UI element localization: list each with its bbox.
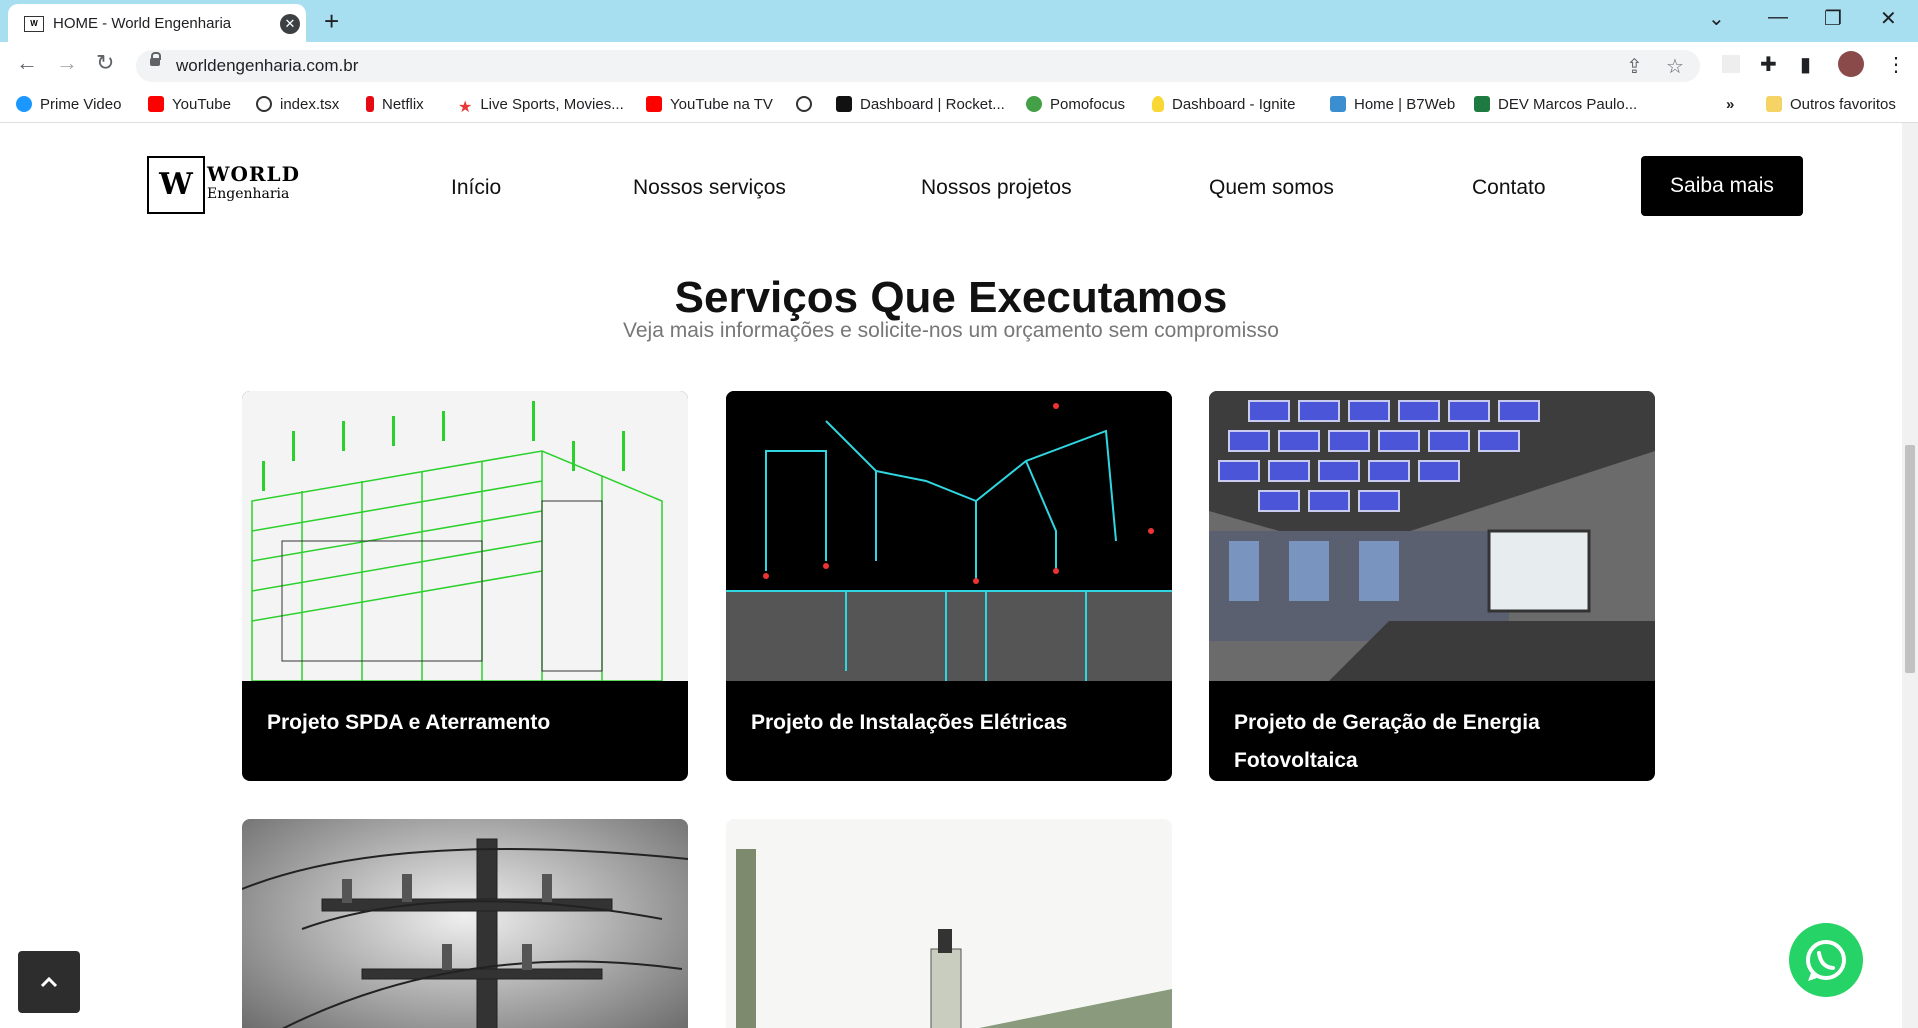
nav-inicio[interactable]: Início xyxy=(451,176,501,200)
youtube-icon xyxy=(148,96,164,112)
bookmark-youtube[interactable]: YouTube xyxy=(148,96,231,113)
bookmark-label: Live Sports, Movies... xyxy=(480,96,624,113)
bookmark-label: Dashboard | Rocket... xyxy=(860,96,1005,113)
whatsapp-button[interactable] xyxy=(1789,923,1863,997)
power-pole-image xyxy=(242,819,688,1028)
bookmark-label: Dashboard - Ignite xyxy=(1172,96,1296,113)
bookmark-label: YouTube na TV xyxy=(670,96,773,113)
nav-nossos-servicos[interactable]: Nossos serviços xyxy=(633,176,786,200)
browser-toolbar: ← → ↻ worldengenharia.com.br ⇪ ☆ ✚ ▮ ⋮ xyxy=(0,42,1918,88)
lock-icon[interactable] xyxy=(150,52,161,66)
card-label: Projeto de Geração de Energia Fotovoltai… xyxy=(1234,711,1540,772)
bookmark-rocketseat[interactable]: Dashboard | Rocket... xyxy=(836,96,1005,113)
bookmark-youtube-tv[interactable]: YouTube na TV xyxy=(646,96,773,113)
whatsapp-icon xyxy=(1806,940,1846,981)
bookmark-label: Pomofocus xyxy=(1050,96,1126,113)
scrollbar-thumb[interactable] xyxy=(1905,445,1915,673)
bookmark-label: YouTube xyxy=(172,96,231,113)
restore-icon[interactable]: ❐ xyxy=(1824,6,1842,31)
solar-panel-house-image xyxy=(1209,391,1655,681)
bookmark-label: Netflix xyxy=(382,96,424,113)
service-card-subestacao[interactable] xyxy=(726,819,1172,1028)
menu-kebab-icon[interactable]: ⋮ xyxy=(1886,52,1906,77)
bookmark-label: Prime Video xyxy=(40,96,122,113)
url-text[interactable]: worldengenharia.com.br xyxy=(176,56,358,76)
browser-tab[interactable]: W HOME - World Engenharia ✕ xyxy=(8,4,306,42)
bookmark-ignite[interactable]: Dashboard - Ignite xyxy=(1152,96,1295,113)
saiba-mais-button[interactable]: Saiba mais xyxy=(1641,156,1803,216)
back-icon[interactable]: ← xyxy=(16,50,38,76)
section-title: Serviços Que Executamos xyxy=(674,273,1228,322)
more-bookmarks-icon[interactable]: » xyxy=(1726,96,1734,113)
tab-title: HOME - World Engenharia xyxy=(53,15,232,32)
bookmark-label: Home | B7Web xyxy=(1354,96,1456,113)
substation-image xyxy=(726,819,1172,1028)
page-scrollbar[interactable] xyxy=(1902,123,1918,1028)
bookmark-b7web[interactable]: Home | B7Web xyxy=(1330,96,1455,113)
card-label: Projeto SPDA e Aterramento xyxy=(267,711,551,734)
other-bookmarks-folder[interactable]: Outros favoritos xyxy=(1766,96,1896,113)
close-window-icon[interactable]: ✕ xyxy=(1880,6,1897,31)
bookmark-label: Outros favoritos xyxy=(1790,96,1896,113)
close-tab-icon[interactable]: ✕ xyxy=(280,14,300,34)
prime-video-icon xyxy=(16,96,32,112)
bookmark-label: DEV Marcos Paulo... xyxy=(1498,96,1638,113)
logo-text-world: WORLD xyxy=(207,162,300,186)
electrical-installation-image xyxy=(726,391,1172,681)
rocket-icon xyxy=(836,96,852,112)
minimize-icon[interactable]: — xyxy=(1768,6,1788,29)
globe-icon xyxy=(256,96,272,112)
youtube-icon xyxy=(646,96,662,112)
card-label: Projeto de Instalações Elétricas xyxy=(751,711,1068,734)
side-panel-icon[interactable]: ▮ xyxy=(1800,52,1811,77)
profile-avatar[interactable] xyxy=(1838,51,1864,77)
back-to-top-button[interactable] xyxy=(18,951,80,1013)
netflix-icon xyxy=(366,96,374,112)
forward-icon[interactable]: → xyxy=(56,50,78,76)
nav-quem-somos[interactable]: Quem somos xyxy=(1209,176,1334,200)
bookmark-prime-video[interactable]: Prime Video xyxy=(16,96,121,113)
service-card-spda[interactable]: Projeto SPDA e Aterramento xyxy=(242,391,688,781)
new-tab-icon[interactable]: + xyxy=(324,6,339,37)
service-card-eletricas[interactable]: Projeto de Instalações Elétricas xyxy=(726,391,1172,781)
bookmark-index-tsx[interactable]: index.tsx xyxy=(256,96,339,113)
browser-titlebar: W HOME - World Engenharia ✕ + ⌄ — ❐ ✕ xyxy=(0,0,1918,42)
section-subtitle: Veja mais informações e solicite-nos um … xyxy=(623,319,1279,342)
tab-search-icon[interactable]: ⌄ xyxy=(1708,6,1725,31)
bookmark-live-sports[interactable]: ★ Live Sports, Movies... xyxy=(458,96,624,116)
spda-building-image xyxy=(242,391,688,681)
site-logo[interactable]: W WORLD Engenharia xyxy=(147,156,300,216)
extensions-puzzle-icon[interactable]: ✚ xyxy=(1760,52,1777,77)
service-card-fotovoltaica[interactable]: Projeto de Geração de Energia Fotovoltai… xyxy=(1209,391,1655,781)
extension-icon[interactable] xyxy=(1722,55,1740,73)
bookmark-pomofocus[interactable]: Pomofocus xyxy=(1026,96,1125,113)
bookmark-star-icon[interactable]: ☆ xyxy=(1666,54,1684,79)
logo-mark: W xyxy=(147,156,205,214)
bookmarks-bar: Prime Video YouTube index.tsx Netflix ★ L… xyxy=(0,88,1918,123)
lightbulb-icon xyxy=(1152,96,1164,112)
reload-icon[interactable]: ↻ xyxy=(96,50,114,76)
b7web-icon xyxy=(1330,96,1346,112)
nav-contato[interactable]: Contato xyxy=(1472,176,1546,200)
nav-nossos-projetos[interactable]: Nossos projetos xyxy=(921,176,1072,200)
favicon-icon: W xyxy=(24,16,44,32)
star-icon: ★ xyxy=(458,99,473,116)
bookmark-dev-marcos[interactable]: DEV Marcos Paulo... xyxy=(1474,96,1637,113)
bookmark-netflix[interactable]: Netflix xyxy=(366,96,424,113)
address-bar[interactable]: worldengenharia.com.br ⇪ ☆ xyxy=(136,50,1700,82)
service-card-redes[interactable] xyxy=(242,819,688,1028)
chevron-up-icon xyxy=(40,976,58,988)
logo-text-engenharia: Engenharia xyxy=(207,186,290,202)
folder-icon xyxy=(1766,96,1782,112)
bookmark-globe[interactable] xyxy=(796,96,820,113)
share-icon[interactable]: ⇪ xyxy=(1626,54,1643,79)
web-page: W WORLD Engenharia Início Nossos serviço… xyxy=(0,123,1902,1028)
check-icon xyxy=(1026,96,1042,112)
excel-icon xyxy=(1474,96,1490,112)
globe-icon xyxy=(796,96,812,112)
bookmark-label: index.tsx xyxy=(280,96,340,113)
